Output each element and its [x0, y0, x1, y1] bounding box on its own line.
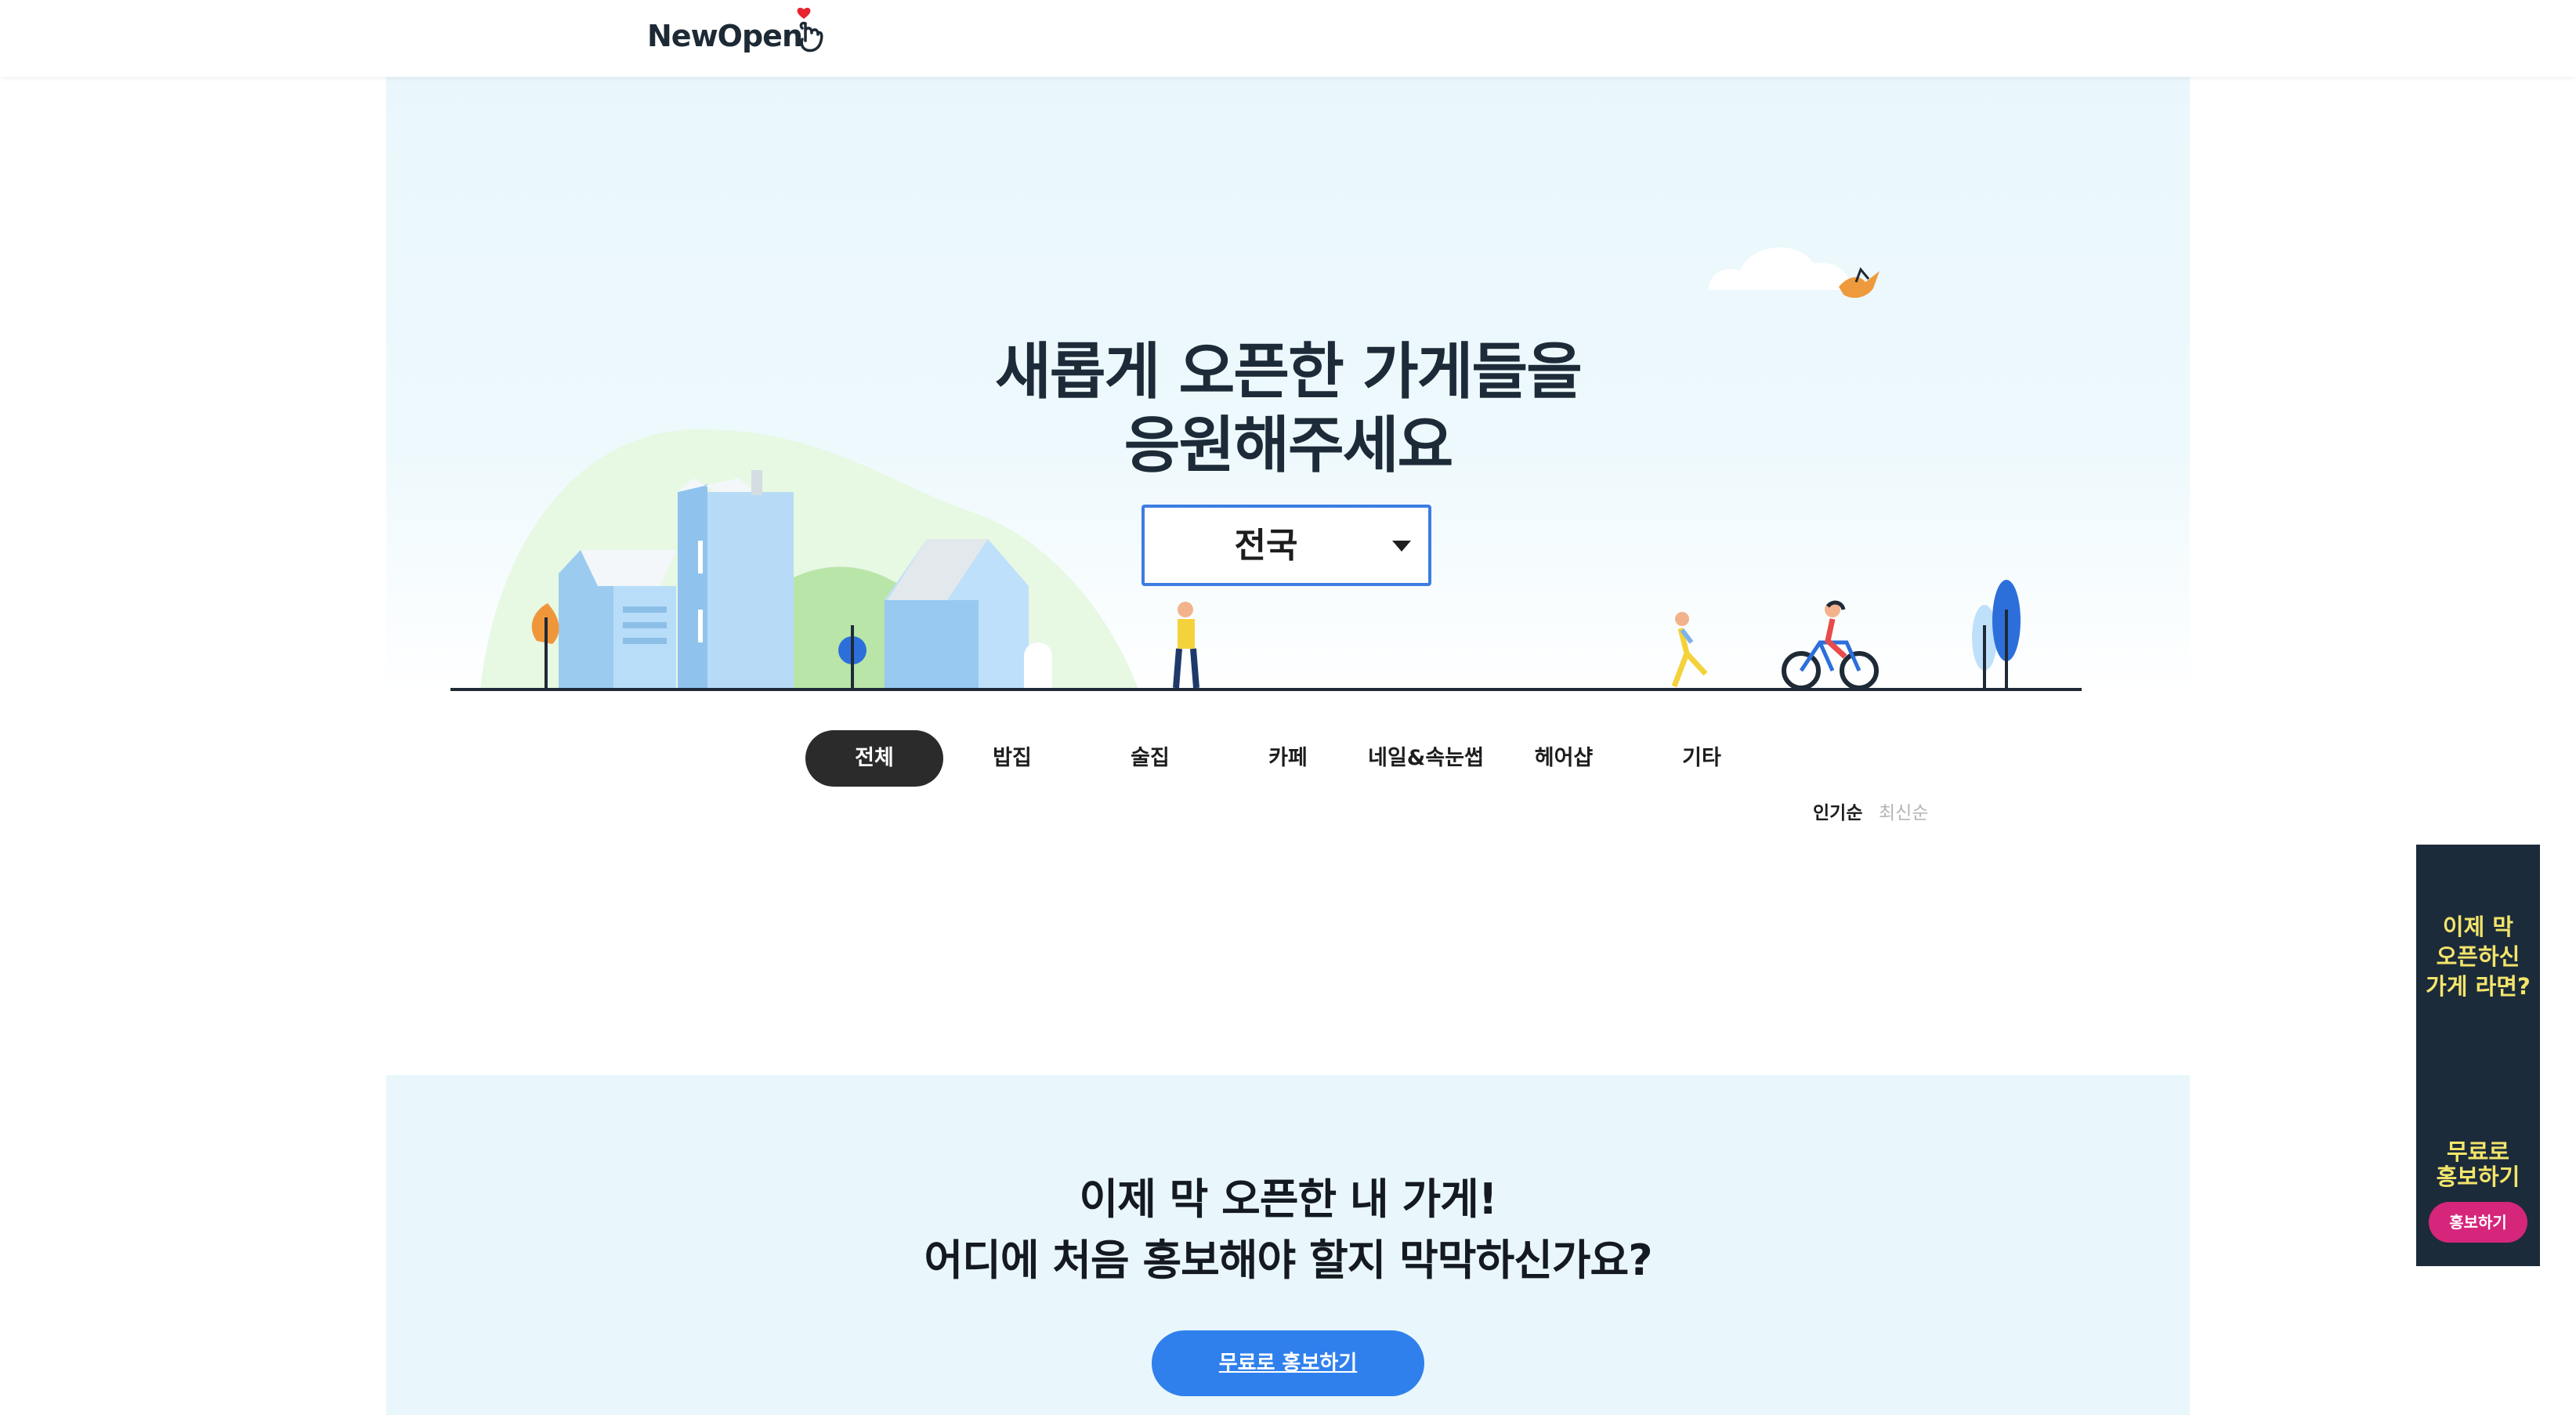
- side-promote-button[interactable]: 홍보하기: [2429, 1202, 2527, 1243]
- tab-etc[interactable]: 기타: [1633, 730, 1771, 787]
- side-banner-subline: 무료로 홍보하기: [2436, 1138, 2520, 1190]
- promo-title: 이제 막 오픈한 내 가게! 어디에 처음 홍보해야 할지 막막하신가요?: [386, 1169, 2190, 1291]
- finger-heart-icon[interactable]: [793, 6, 829, 55]
- hero-title: 새롭게 오픈한 가게들을 응원해주세요: [386, 335, 2190, 483]
- sort-latest[interactable]: 최신순: [1879, 798, 1928, 824]
- promo-title-line1: 이제 막 오픈한 내 가게!: [1079, 1174, 1498, 1224]
- sort-popular[interactable]: 인기순: [1813, 798, 1862, 824]
- free-promote-button[interactable]: 무료로 홍보하기: [1152, 1330, 1424, 1396]
- chevron-down-icon: [1392, 541, 1411, 552]
- hero-title-line2: 응원해주세요: [1123, 411, 1454, 481]
- ground-line: [450, 688, 2082, 691]
- hero-title-line1: 새롭게 오픈한 가게들을: [995, 337, 1583, 407]
- tab-cafe[interactable]: 카페: [1219, 730, 1357, 787]
- tab-hair-shop[interactable]: 헤어샵: [1495, 730, 1633, 787]
- hero-section: 새롭게 오픈한 가게들을 응원해주세요 전국: [386, 77, 2190, 696]
- promo-section: 이제 막 오픈한 내 가게! 어디에 처음 홍보해야 할지 막막하신가요? 무료…: [386, 1075, 2190, 1415]
- region-select[interactable]: 전국: [1141, 505, 1431, 586]
- side-promo-banner[interactable]: 이제 막 오픈하신 가게 라면? 무료로 홍보하기 홍보하기: [2416, 845, 2540, 1266]
- promo-title-line2: 어디에 처음 홍보해야 할지 막막하신가요?: [924, 1236, 1652, 1285]
- tab-restaurant[interactable]: 밥집: [943, 730, 1081, 787]
- tab-all[interactable]: 전체: [805, 730, 943, 787]
- side-banner-headline: 이제 막 오픈하신 가게 라면?: [2426, 914, 2531, 1000]
- logo-text[interactable]: NewOpen: [647, 19, 803, 53]
- region-select-value: 전국: [1234, 526, 1298, 566]
- site-header: NewOpen: [0, 0, 2576, 77]
- tab-nail-lash[interactable]: 네일&속눈썹: [1357, 730, 1495, 787]
- tab-bar[interactable]: 술집: [1081, 730, 1219, 787]
